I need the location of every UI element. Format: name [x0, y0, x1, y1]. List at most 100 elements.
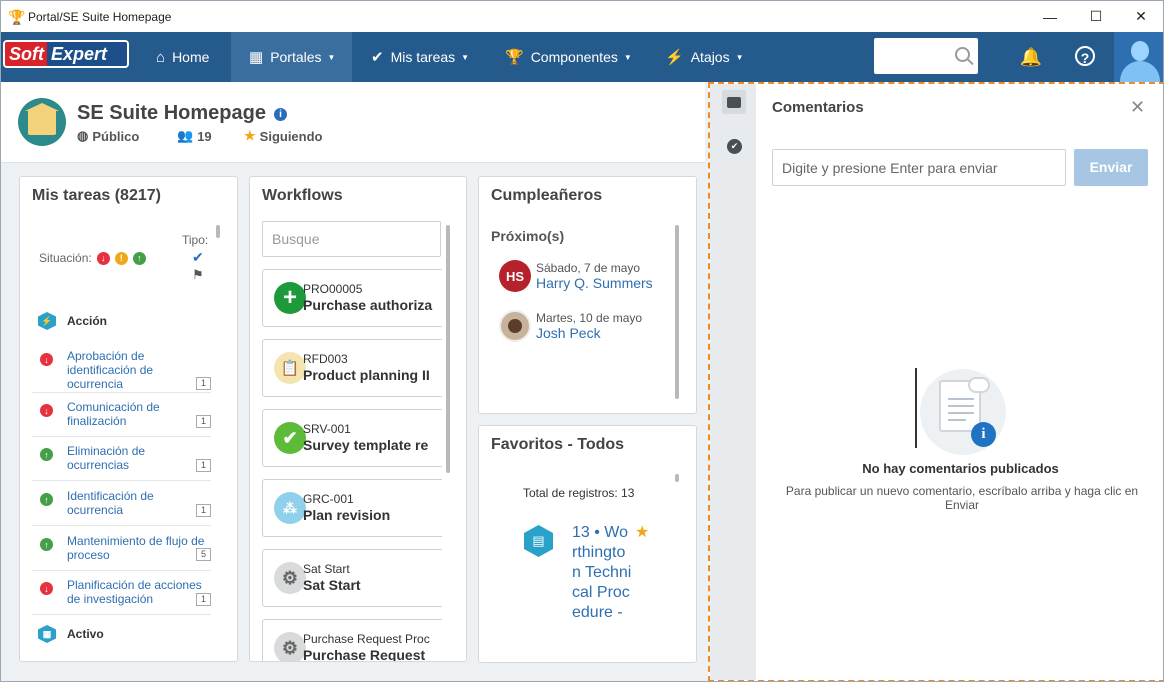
follow-toggle[interactable]: ★ Siguiendo	[244, 128, 323, 144]
ontime-icon: ↑	[40, 493, 53, 506]
caret-down-icon: ▼	[327, 52, 336, 62]
nav-atajos[interactable]: ⚡ Atajos ▼	[665, 32, 744, 82]
birthday-item[interactable]: HS Sábado, 7 de mayo Harry Q. Summers	[499, 260, 653, 292]
network-icon: ⁂	[274, 492, 306, 524]
minimize-button[interactable]: —	[1027, 1, 1073, 32]
scrollbar[interactable]	[675, 474, 679, 482]
status-late-icon[interactable]: ↓	[96, 251, 110, 265]
late-icon: ↓	[40, 404, 53, 417]
nav-componentes[interactable]: 🏆 Componentes ▼	[505, 32, 632, 82]
scrollbar[interactable]	[446, 225, 450, 473]
send-button[interactable]: Enviar	[1074, 149, 1148, 186]
building-icon	[18, 98, 66, 146]
maximize-button[interactable]: ☐	[1073, 1, 1119, 32]
comment-icon	[727, 96, 741, 108]
ontime-icon: ↑	[40, 448, 53, 461]
building-hex-icon: ▦	[38, 625, 56, 643]
situation-filter: Situación: ↓ ! ↑	[39, 251, 146, 265]
task-count-badge: 5	[196, 548, 211, 561]
workflows-panel: Workflows Busque + PRO00005 Purchase aut…	[249, 176, 467, 662]
nav-mis-tareas[interactable]: ✔ Mis tareas ▼	[371, 32, 469, 82]
task-count-badge: 1	[196, 415, 211, 428]
scrollbar[interactable]	[675, 225, 679, 399]
favorite-item-link[interactable]: 13 • Worthington Technical Procedure -	[572, 523, 632, 623]
global-search-input[interactable]	[874, 38, 978, 74]
section-accion: ⚡ Acción	[38, 312, 107, 330]
task-item[interactable]: ↓ Planificación de acciones de investiga…	[32, 577, 211, 615]
comments-tab[interactable]	[722, 90, 746, 114]
tasks-title: Mis tareas (8217)	[32, 187, 161, 204]
task-count-badge: 1	[196, 504, 211, 517]
comments-title: Comentarios	[772, 99, 864, 116]
scrollbar[interactable]	[216, 225, 220, 238]
ontime-icon: ↑	[40, 538, 53, 551]
workflow-card[interactable]: 📋 RFD003 Product planning II	[262, 339, 442, 397]
favorites-panel: Favoritos - Todos Total de registros: 13…	[478, 425, 697, 663]
bell-icon[interactable]: 🔔	[1019, 45, 1043, 69]
task-item[interactable]: ↑ Eliminación de ocurrencias 1	[32, 443, 211, 481]
workflow-card[interactable]: + PRO00005 Purchase authoriza	[262, 269, 442, 327]
workflow-card[interactable]: ✔ SRV-001 Survey template re	[262, 409, 442, 467]
visibility-label: ◍ Público	[77, 128, 140, 144]
avatar: HS	[499, 260, 531, 292]
info-icon: i	[971, 422, 996, 447]
top-nav: Soft Expert ⌂ Home ▦ Portales ▼ ✔ Mis tar…	[1, 32, 1163, 82]
empty-state-subtitle: Para publicar un nuevo comentario, escrí…	[785, 484, 1139, 512]
favorites-title: Favoritos - Todos	[491, 436, 625, 453]
workflow-card[interactable]: ⚙ Purchase Request Proc Purchase Request	[262, 619, 442, 661]
softexpert-logo[interactable]: Soft Expert	[3, 40, 129, 68]
nav-portales[interactable]: ▦ Portales ▼	[231, 32, 352, 82]
birthdays-panel: Cumpleañeros Próximo(s) HS Sábado, 7 de …	[478, 176, 697, 414]
nav-home[interactable]: ⌂ Home	[156, 32, 209, 82]
trophy-icon: 🏆	[8, 8, 26, 25]
task-item[interactable]: ↓ Aprobación de identificación de ocurre…	[32, 349, 211, 393]
info-icon[interactable]: i	[274, 108, 287, 121]
comments-panel: ✔ Comentarios ✕ Digite y presione Enter …	[708, 82, 1163, 681]
star-icon[interactable]: ★	[635, 522, 649, 542]
workflow-card[interactable]: ⁂ GRC-001 Plan revision	[262, 479, 442, 537]
status-warning-icon[interactable]: !	[114, 251, 128, 265]
close-icon[interactable]: ✕	[1130, 97, 1145, 118]
trophy-icon: 🏆	[505, 49, 524, 66]
late-icon: ↓	[40, 353, 53, 366]
page-title: SE Suite Homepage	[77, 102, 266, 124]
title-bar: 🏆 Portal/SE Suite Homepage — ☐ ✕	[1, 1, 1163, 32]
task-count-badge: 1	[196, 459, 211, 472]
bolt-icon: ⚡	[665, 49, 684, 66]
document-hex-icon: ▤	[524, 525, 553, 557]
check-circle-icon[interactable]: ✔	[727, 139, 742, 154]
user-avatar[interactable]	[1114, 32, 1163, 82]
task-count-badge: 1	[196, 377, 211, 390]
empty-state-title: No hay comentarios publicados	[862, 461, 1059, 476]
check-icon: ✔	[371, 49, 384, 66]
tasks-panel: Mis tareas (8217) Situación: ↓ ! ↑ Tipo:…	[19, 176, 238, 662]
status-ontime-icon[interactable]: ↑	[132, 251, 146, 265]
followers-count[interactable]: 👥 19	[177, 128, 212, 144]
comment-input[interactable]: Digite y presione Enter para enviar	[772, 149, 1066, 186]
flag-type-icon[interactable]: ⚑	[192, 267, 204, 283]
star-icon: ★	[244, 128, 256, 143]
avatar	[499, 310, 531, 342]
workflows-title: Workflows	[262, 187, 343, 204]
help-icon[interactable]: ?	[1075, 46, 1095, 66]
late-icon: ↓	[40, 582, 53, 595]
task-count-badge: 1	[196, 593, 211, 606]
close-window-button[interactable]: ✕	[1118, 1, 1163, 32]
gear-icon: ⚙	[274, 632, 306, 661]
globe-icon: ◍	[77, 128, 89, 143]
birthday-item[interactable]: Martes, 10 de mayo Josh Peck	[499, 310, 642, 342]
bolt-hex-icon: ⚡	[38, 312, 56, 330]
search-icon[interactable]	[955, 47, 970, 62]
window-title: Portal/SE Suite Homepage	[28, 9, 172, 24]
caret-down-icon: ▼	[461, 52, 470, 62]
check-type-icon[interactable]: ✔	[192, 249, 204, 266]
task-item[interactable]: ↑ Mantenimiento de flujo de proceso 5	[32, 533, 211, 571]
upcoming-label: Próximo(s)	[491, 228, 565, 244]
gear-icon: ⚙	[274, 562, 306, 594]
workflow-search-input[interactable]: Busque	[262, 221, 441, 257]
caret-down-icon: ▼	[623, 52, 632, 62]
birthdays-title: Cumpleañeros	[491, 187, 603, 204]
workflow-card[interactable]: ⚙ Sat Start Sat Start	[262, 549, 442, 607]
task-item[interactable]: ↓ Comunicación de finalización 1	[32, 399, 211, 437]
task-item[interactable]: ↑ Identificación de ocurrencia 1	[32, 488, 211, 526]
